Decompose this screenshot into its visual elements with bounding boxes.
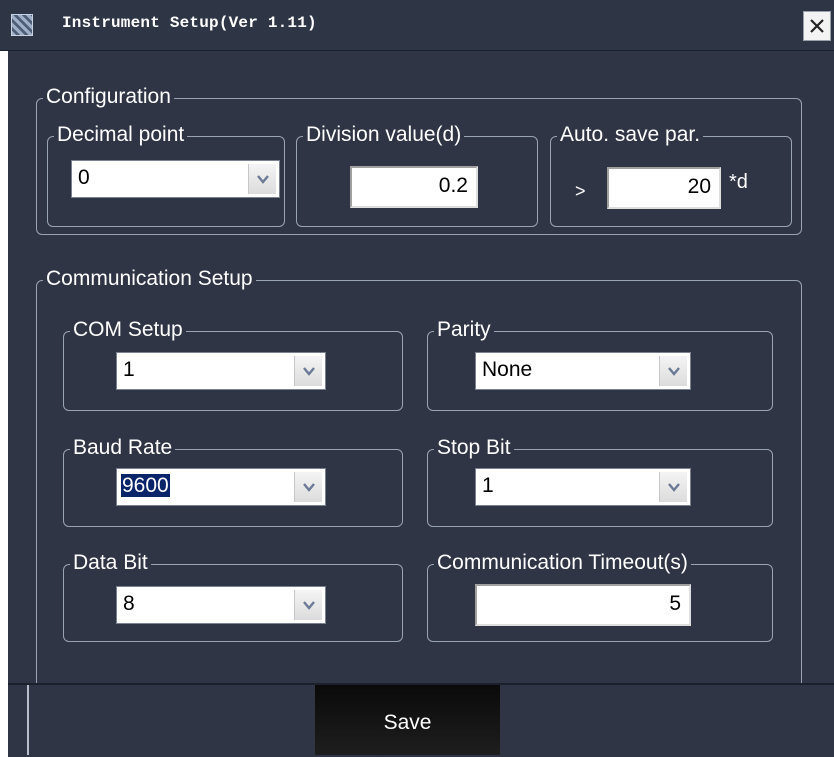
baud-rate-dropdown-button[interactable]: [294, 472, 322, 502]
chevron-down-icon: [257, 175, 269, 184]
parity-group: Parity None: [427, 317, 773, 411]
chevron-down-icon: [668, 483, 680, 492]
stop-bit-select[interactable]: 1: [475, 468, 691, 506]
auto-save-value: 20: [687, 175, 711, 198]
com-setup-value: 1: [123, 358, 135, 381]
close-button[interactable]: [803, 11, 831, 41]
division-value-legend: Division value(d): [303, 122, 465, 148]
parity-value: None: [482, 358, 533, 381]
stop-bit-group: Stop Bit 1: [427, 435, 773, 527]
division-value-group: Division value(d) 0.2: [296, 122, 538, 227]
auto-save-suffix: *d: [729, 171, 748, 193]
decimal-point-value: 0: [78, 166, 90, 189]
parity-dropdown-button[interactable]: [659, 356, 687, 386]
save-button-label: Save: [383, 711, 432, 734]
com-setup-dropdown-button[interactable]: [294, 356, 322, 386]
timeout-value: 5: [669, 592, 681, 615]
communication-group: Communication Setup COM Setup 1 Parity N…: [36, 266, 802, 719]
parity-select[interactable]: None: [475, 352, 691, 390]
baud-rate-select[interactable]: 9600: [116, 468, 326, 506]
configuration-legend: Configuration: [43, 84, 174, 110]
parity-legend: Parity: [434, 317, 494, 343]
auto-save-prefix: >: [575, 181, 586, 201]
stop-bit-value: 1: [482, 474, 494, 497]
app-icon: [11, 14, 33, 36]
close-icon: [810, 19, 824, 33]
chevron-down-icon: [668, 367, 680, 376]
chevron-down-icon: [303, 367, 315, 376]
window-title: Instrument Setup(Ver 1.11): [62, 14, 317, 32]
com-setup-group: COM Setup 1: [63, 317, 403, 411]
data-bit-dropdown-button[interactable]: [294, 590, 322, 620]
auto-save-input[interactable]: 20: [607, 167, 721, 209]
footer-divider: [27, 685, 29, 755]
timeout-legend: Communication Timeout(s): [434, 550, 691, 576]
baud-rate-legend: Baud Rate: [70, 435, 176, 461]
division-value-value: 0.2: [438, 174, 468, 197]
auto-save-legend: Auto. save par.: [557, 122, 704, 148]
chevron-down-icon: [303, 601, 315, 610]
timeout-input[interactable]: 5: [475, 584, 691, 626]
configuration-group: Configuration Decimal point 0 Division v…: [36, 84, 802, 235]
decimal-point-group: Decimal point 0: [47, 122, 285, 227]
data-bit-group: Data Bit 8: [63, 550, 403, 642]
communication-legend: Communication Setup: [43, 266, 256, 292]
title-bar: Instrument Setup(Ver 1.11): [0, 0, 834, 51]
data-bit-value: 8: [123, 592, 135, 615]
baud-rate-group: Baud Rate 9600: [63, 435, 403, 527]
decimal-point-dropdown-button[interactable]: [248, 164, 276, 194]
timeout-group: Communication Timeout(s) 5: [427, 550, 773, 642]
data-bit-select[interactable]: 8: [116, 586, 326, 624]
decimal-point-select[interactable]: 0: [71, 160, 280, 198]
main-panel: Configuration Decimal point 0 Division v…: [8, 51, 834, 719]
division-value-input[interactable]: 0.2: [350, 166, 478, 208]
decimal-point-legend: Decimal point: [54, 122, 188, 148]
com-setup-legend: COM Setup: [70, 317, 186, 343]
data-bit-legend: Data Bit: [70, 550, 151, 576]
auto-save-group: Auto. save par. > 20 *d: [550, 122, 792, 227]
com-setup-select[interactable]: 1: [116, 352, 326, 390]
stop-bit-legend: Stop Bit: [434, 435, 514, 461]
save-button[interactable]: Save: [315, 685, 500, 755]
stop-bit-dropdown-button[interactable]: [659, 472, 687, 502]
chevron-down-icon: [303, 483, 315, 492]
baud-rate-value: 9600: [121, 474, 170, 497]
